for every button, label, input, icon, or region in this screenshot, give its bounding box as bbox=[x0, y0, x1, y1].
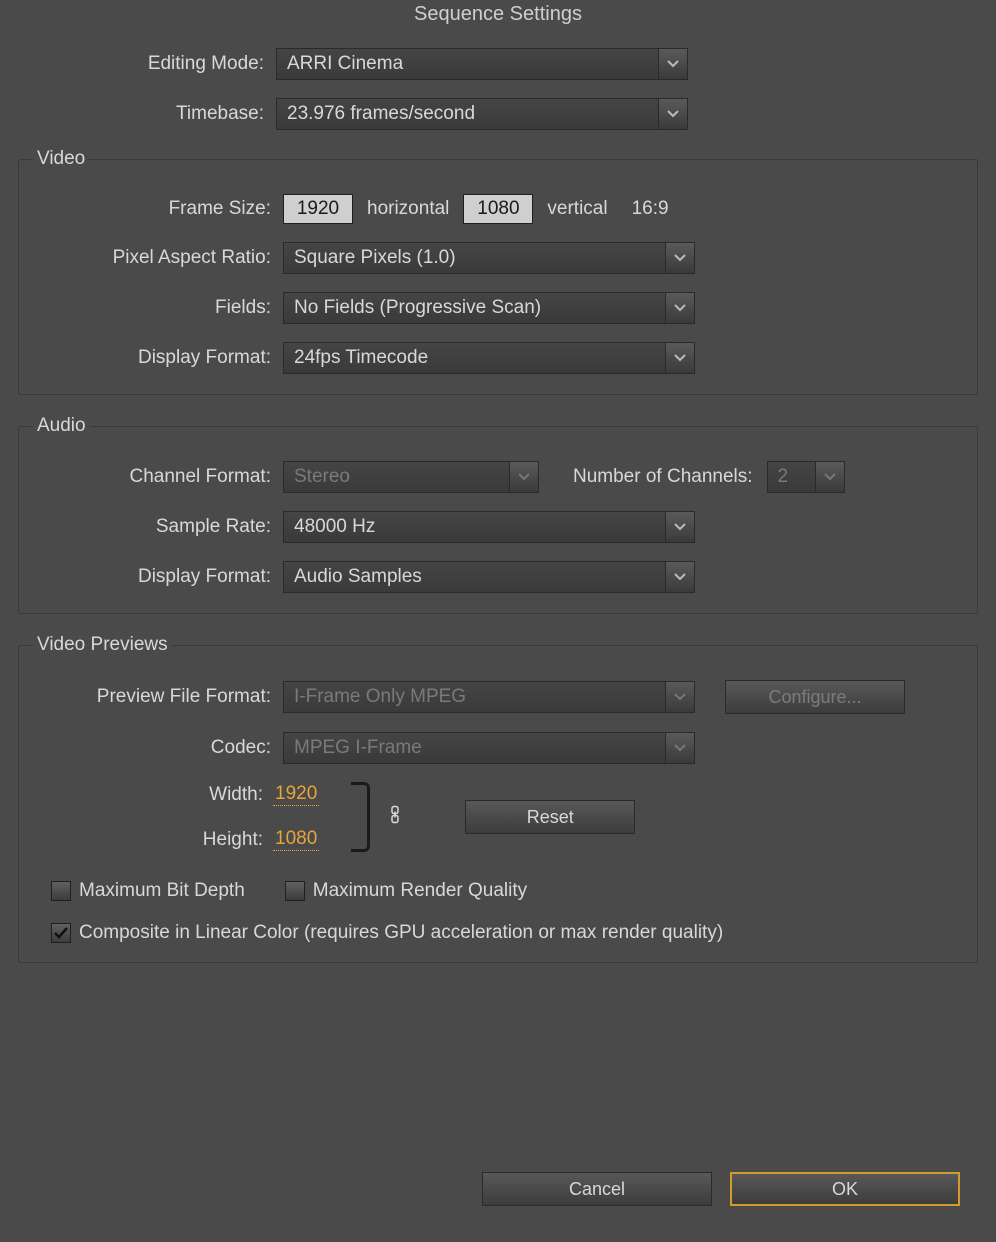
chevron-down-icon bbox=[665, 681, 695, 713]
sample-rate-label: Sample Rate: bbox=[31, 516, 283, 538]
preview-file-format-label: Preview File Format: bbox=[31, 686, 283, 708]
chevron-down-icon[interactable] bbox=[658, 48, 688, 80]
link-icon[interactable] bbox=[389, 806, 401, 829]
chevron-down-icon bbox=[509, 461, 539, 493]
link-bracket-icon bbox=[347, 782, 377, 852]
composite-linear-checkbox[interactable] bbox=[51, 923, 71, 943]
fields-dropdown[interactable]: No Fields (Progressive Scan) bbox=[283, 292, 695, 324]
timebase-dropdown[interactable]: 23.976 frames/second bbox=[276, 98, 688, 130]
video-legend: Video bbox=[33, 148, 89, 170]
chevron-down-icon[interactable] bbox=[665, 242, 695, 274]
timebase-label: Timebase: bbox=[18, 103, 276, 125]
video-previews-group: Video Previews Preview File Format: I-Fr… bbox=[18, 634, 978, 963]
audio-display-format-dropdown[interactable]: Audio Samples bbox=[283, 561, 695, 593]
editing-mode-label: Editing Mode: bbox=[18, 53, 276, 75]
preview-width-value[interactable]: 1920 bbox=[273, 783, 319, 806]
preview-file-format-value: I-Frame Only MPEG bbox=[283, 681, 665, 713]
frame-size-label: Frame Size: bbox=[31, 198, 283, 220]
num-channels-label: Number of Channels: bbox=[573, 466, 753, 488]
codec-dropdown: MPEG I-Frame bbox=[283, 732, 695, 764]
frame-width-input[interactable] bbox=[283, 194, 353, 224]
max-render-quality-checkbox[interactable] bbox=[285, 881, 305, 901]
video-previews-legend: Video Previews bbox=[33, 634, 172, 656]
channel-format-label: Channel Format: bbox=[31, 466, 283, 488]
max-render-quality-label: Maximum Render Quality bbox=[313, 880, 527, 902]
fields-label: Fields: bbox=[31, 297, 283, 319]
vertical-label: vertical bbox=[547, 198, 607, 220]
ok-button[interactable]: OK bbox=[730, 1172, 960, 1206]
chevron-down-icon[interactable] bbox=[665, 511, 695, 543]
reset-button[interactable]: Reset bbox=[465, 800, 635, 834]
chevron-down-icon bbox=[815, 461, 845, 493]
chevron-down-icon[interactable] bbox=[665, 292, 695, 324]
editing-mode-dropdown[interactable]: ARRI Cinema bbox=[276, 48, 688, 80]
sequence-settings-dialog: Editing Mode: ARRI Cinema Timebase: 23.9… bbox=[0, 48, 996, 963]
sample-rate-value: 48000 Hz bbox=[283, 511, 665, 543]
configure-button: Configure... bbox=[725, 680, 905, 714]
audio-display-format-label: Display Format: bbox=[31, 566, 283, 588]
channel-format-value: Stereo bbox=[283, 461, 509, 493]
aspect-readout: 16:9 bbox=[632, 198, 669, 220]
audio-group: Audio Channel Format: Stereo Number of C… bbox=[18, 415, 978, 614]
preview-file-format-dropdown: I-Frame Only MPEG bbox=[283, 681, 695, 713]
chevron-down-icon[interactable] bbox=[665, 342, 695, 374]
dialog-footer: Cancel OK bbox=[482, 1172, 960, 1206]
composite-linear-label: Composite in Linear Color (requires GPU … bbox=[79, 922, 723, 944]
num-channels-dropdown: 2 bbox=[767, 461, 845, 493]
par-dropdown[interactable]: Square Pixels (1.0) bbox=[283, 242, 695, 274]
chevron-down-icon[interactable] bbox=[658, 98, 688, 130]
max-bit-depth-checkbox[interactable] bbox=[51, 881, 71, 901]
horizontal-label: horizontal bbox=[367, 198, 449, 220]
channel-format-dropdown: Stereo bbox=[283, 461, 539, 493]
preview-height-value[interactable]: 1080 bbox=[273, 828, 319, 851]
max-bit-depth-label: Maximum Bit Depth bbox=[79, 880, 245, 902]
window-title: Sequence Settings bbox=[0, 0, 996, 40]
video-group: Video Frame Size: horizontal vertical 16… bbox=[18, 148, 978, 395]
audio-legend: Audio bbox=[33, 415, 90, 437]
codec-label: Codec: bbox=[31, 737, 283, 759]
par-label: Pixel Aspect Ratio: bbox=[31, 247, 283, 269]
editing-mode-value: ARRI Cinema bbox=[276, 48, 658, 80]
codec-value: MPEG I-Frame bbox=[283, 732, 665, 764]
video-display-format-label: Display Format: bbox=[31, 347, 283, 369]
sample-rate-dropdown[interactable]: 48000 Hz bbox=[283, 511, 695, 543]
audio-display-format-value: Audio Samples bbox=[283, 561, 665, 593]
timebase-value: 23.976 frames/second bbox=[276, 98, 658, 130]
video-display-format-dropdown[interactable]: 24fps Timecode bbox=[283, 342, 695, 374]
cancel-button[interactable]: Cancel bbox=[482, 1172, 712, 1206]
frame-height-input[interactable] bbox=[463, 194, 533, 224]
par-value: Square Pixels (1.0) bbox=[283, 242, 665, 274]
fields-value: No Fields (Progressive Scan) bbox=[283, 292, 665, 324]
preview-height-label: Height: bbox=[193, 829, 273, 851]
chevron-down-icon[interactable] bbox=[665, 561, 695, 593]
num-channels-value: 2 bbox=[767, 461, 815, 493]
video-display-format-value: 24fps Timecode bbox=[283, 342, 665, 374]
chevron-down-icon bbox=[665, 732, 695, 764]
preview-width-label: Width: bbox=[193, 784, 273, 806]
